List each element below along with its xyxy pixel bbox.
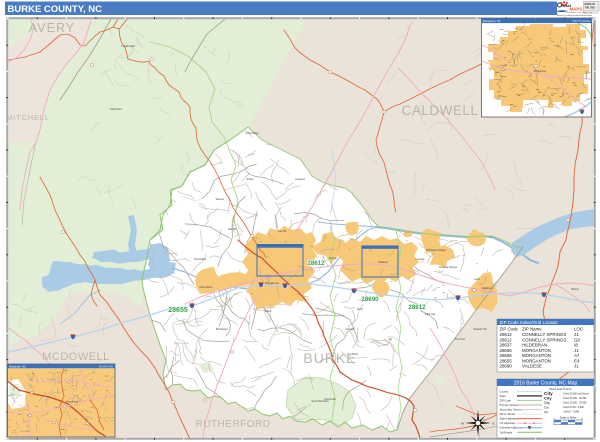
svg-text:LOC: LOC — [574, 327, 583, 332]
svg-text:Longtown: Longtown — [295, 178, 306, 181]
svg-text:Icard: Icard — [474, 278, 480, 281]
svg-text:ZIP Code: ZIP Code — [500, 327, 519, 332]
svg-text:MarketMAPS.com: MarketMAPS.com — [584, 12, 599, 15]
svg-text:Connelly Springs: Connelly Springs — [439, 266, 458, 269]
svg-text:Morganton: Morganton — [534, 69, 547, 73]
svg-text:MADE IN: MADE IN — [585, 3, 595, 6]
svg-text:Morganton, NC: Morganton, NC — [483, 19, 501, 23]
svg-text:BURKE: BURKE — [303, 350, 356, 366]
svg-text:City: City — [544, 411, 549, 414]
svg-text:Minor Streets: Minor Streets — [500, 412, 517, 416]
svg-text:Pax Hill: Pax Hill — [278, 231, 286, 233]
svg-text:28612: 28612 — [408, 304, 426, 311]
svg-text:Cities 0 - 4,999: Cities 0 - 4,999 — [563, 411, 580, 414]
svg-text:28655: 28655 — [168, 307, 188, 314]
svg-text:Cities 5,000 - 9,999: Cities 5,000 - 9,999 — [563, 406, 584, 409]
svg-text:BURKE COUNTY, NC: BURKE COUNTY, NC — [8, 4, 103, 15]
svg-text:US Highways: US Highways — [500, 421, 517, 425]
svg-text:J1: J1 — [574, 364, 579, 369]
svg-text:Ward Gap: Ward Gap — [425, 313, 436, 316]
svg-text:Toll Roads: Toll Roads — [500, 430, 513, 434]
svg-text:Lovelady: Lovelady — [415, 259, 425, 261]
svg-text:J1: J1 — [574, 348, 579, 353]
svg-text:Salem: Salem — [265, 311, 272, 313]
svg-text:Hickory: Hickory — [571, 288, 580, 291]
svg-text:ZIP Name: ZIP Name — [522, 327, 542, 332]
svg-text:28655: 28655 — [500, 348, 513, 353]
svg-text:28690: 28690 — [361, 296, 379, 303]
svg-text:County: County — [500, 389, 509, 393]
svg-text:Pleasant Hill: Pleasant Hill — [474, 328, 487, 331]
svg-text:CONNELLY SPRINGS: CONNELLY SPRINGS — [522, 337, 566, 342]
svg-text:Brindletown: Brindletown — [216, 328, 229, 331]
svg-text:Chesterfield: Chesterfield — [194, 258, 207, 261]
svg-text:Rollins: Rollins — [247, 179, 255, 181]
svg-text:DOWNTOWN: DOWNTOWN — [99, 366, 114, 368]
svg-text:RUTHERFORD: RUTHERFORD — [196, 419, 271, 430]
svg-text:City: City — [544, 396, 552, 401]
svg-text:Worry: Worry — [357, 308, 364, 311]
svg-text:MCDOWELL: MCDOWELL — [42, 351, 110, 363]
svg-text:Drexel: Drexel — [329, 256, 337, 260]
svg-text:E: E — [492, 422, 494, 426]
svg-text:Morganton, NC: Morganton, NC — [9, 365, 26, 368]
svg-text:Scale in Miles: Scale in Miles — [560, 416, 577, 420]
svg-text:Morganton: Morganton — [265, 281, 280, 285]
svg-text:Cities 25,000 - 49,999: Cities 25,000 - 49,999 — [563, 397, 587, 400]
svg-text:VALDESE: VALDESE — [522, 364, 542, 369]
svg-text:NOT TO SCALE: NOT TO SCALE — [573, 20, 591, 23]
svg-text:E4: E4 — [574, 358, 580, 363]
svg-text:Rutherford College: Rutherford College — [426, 249, 447, 252]
svg-text:MAPS: MAPS — [570, 7, 583, 12]
svg-text:Cities 10,000 - 24,999: Cities 10,000 - 24,999 — [563, 402, 587, 405]
svg-text:Oak Hill: Oak Hill — [228, 229, 237, 231]
svg-text:28690: 28690 — [500, 364, 513, 369]
svg-text:State: State — [500, 394, 507, 398]
svg-text:ZIP Code Index/Grid Locator: ZIP Code Index/Grid Locator — [500, 320, 559, 325]
svg-text:Jonas Ridge: Jonas Ridge — [245, 132, 259, 135]
svg-text:City: City — [544, 401, 550, 405]
svg-text:Primary Streets: Primary Streets — [500, 403, 519, 407]
svg-text:Linville Falls: Linville Falls — [121, 45, 135, 48]
svg-text:2016 Burke County, NC Map: 2016 Burke County, NC Map — [514, 381, 578, 387]
svg-text:Fairview: Fairview — [346, 328, 355, 331]
svg-text:MORGANTON: MORGANTON — [522, 348, 551, 353]
svg-text:THE USA: THE USA — [585, 7, 596, 10]
svg-text:Dry Pond: Dry Pond — [455, 338, 465, 341]
svg-text:W: W — [461, 422, 464, 426]
svg-text:28612: 28612 — [307, 260, 325, 267]
svg-text:Cities 50,000 and Above: Cities 50,000 and Above — [563, 393, 590, 396]
svg-text:ZIP Code: ZIP Code — [500, 398, 512, 402]
svg-text:AVERY: AVERY — [29, 21, 75, 35]
svg-text:MORGANTON: MORGANTON — [522, 358, 551, 363]
svg-text:CALDWELL: CALDWELL — [402, 103, 479, 118]
svg-text:Valdese: Valdese — [378, 260, 388, 264]
svg-text:Ramsey: Ramsey — [216, 199, 225, 201]
svg-text:South Mountains: South Mountains — [311, 400, 329, 403]
svg-text:Morganton: Morganton — [66, 400, 79, 404]
svg-text:State Highways: State Highways — [500, 417, 519, 421]
svg-text:Hildebran: Hildebran — [481, 286, 493, 290]
svg-text:MITCHELL: MITCHELL — [6, 113, 50, 122]
svg-text:City: City — [544, 406, 550, 410]
svg-text:Table Rock: Table Rock — [110, 108, 123, 111]
svg-text:28612: 28612 — [500, 337, 513, 342]
svg-text:G8: G8 — [574, 337, 580, 342]
svg-text:28655: 28655 — [500, 358, 513, 363]
svg-text:Glen Alpine: Glen Alpine — [199, 285, 213, 289]
